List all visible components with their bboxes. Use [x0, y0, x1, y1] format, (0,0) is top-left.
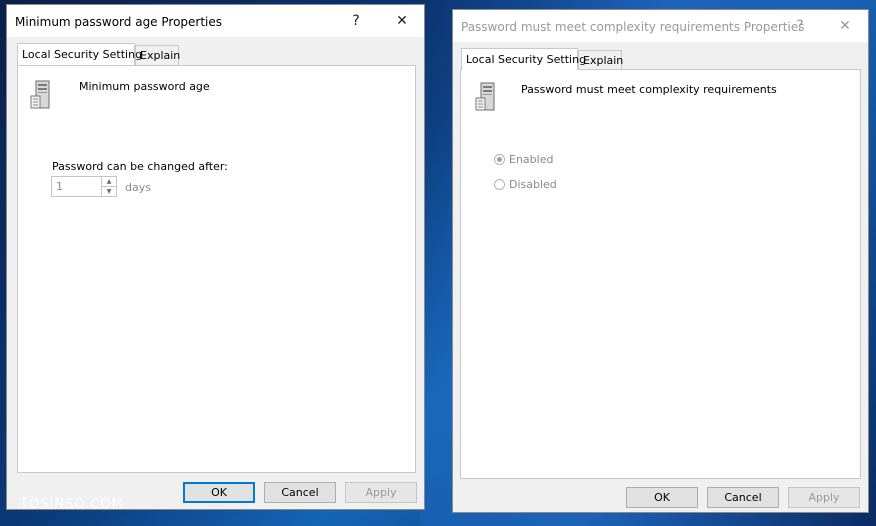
- policy-name: Minimum password age: [79, 80, 210, 93]
- close-button[interactable]: ✕: [824, 10, 866, 42]
- spin-arrows[interactable]: ▲ ▼: [101, 177, 116, 196]
- dialog-title: Password must meet complexity requiremen…: [461, 20, 805, 34]
- spin-up-icon[interactable]: ▲: [102, 177, 116, 187]
- settings-panel: Minimum password age Password can be cha…: [17, 65, 416, 473]
- days-value: 1: [56, 180, 63, 193]
- server-policy-icon: [475, 82, 495, 111]
- days-unit-label: days: [125, 181, 151, 194]
- radio-enabled-icon[interactable]: [494, 154, 505, 165]
- help-button[interactable]: ?: [335, 5, 377, 37]
- radio-enabled-label: Enabled: [509, 153, 554, 166]
- server-policy-icon: [30, 80, 50, 109]
- ok-button[interactable]: OK: [183, 482, 255, 503]
- password-complexity-dialog: Password must meet complexity requiremen…: [452, 9, 869, 513]
- policy-name: Password must meet complexity requiremen…: [521, 83, 777, 96]
- radio-disabled-label: Disabled: [509, 178, 557, 191]
- days-spinbox[interactable]: 1 ▲ ▼: [51, 176, 117, 197]
- title-bar[interactable]: Password must meet complexity requiremen…: [453, 10, 868, 42]
- ok-button[interactable]: OK: [626, 487, 698, 508]
- tab-local-security-setting[interactable]: Local Security Setting: [17, 43, 142, 65]
- settings-panel: Password must meet complexity requiremen…: [460, 69, 861, 479]
- radio-disabled[interactable]: Disabled: [494, 178, 557, 191]
- cancel-button[interactable]: Cancel: [707, 487, 779, 508]
- minimum-password-age-dialog: Minimum password age Properties ? ✕ Loca…: [6, 4, 425, 510]
- field-label: Password can be changed after:: [52, 160, 228, 173]
- dialog-title: Minimum password age Properties: [15, 15, 223, 29]
- close-button[interactable]: ✕: [381, 5, 423, 37]
- radio-enabled[interactable]: Enabled: [494, 153, 553, 166]
- apply-button[interactable]: Apply: [345, 482, 417, 503]
- tab-local-security-setting[interactable]: Local Security Setting: [461, 48, 586, 70]
- watermark-text: TOSINSO.COM: [20, 497, 124, 512]
- spin-down-icon[interactable]: ▼: [102, 187, 116, 196]
- radio-disabled-icon[interactable]: [494, 179, 505, 190]
- tab-strip: Local Security Setting Explain: [17, 43, 317, 67]
- apply-button[interactable]: Apply: [788, 487, 860, 508]
- cancel-button[interactable]: Cancel: [264, 482, 336, 503]
- title-bar[interactable]: Minimum password age Properties ? ✕: [7, 5, 424, 37]
- help-button[interactable]: ?: [779, 10, 821, 42]
